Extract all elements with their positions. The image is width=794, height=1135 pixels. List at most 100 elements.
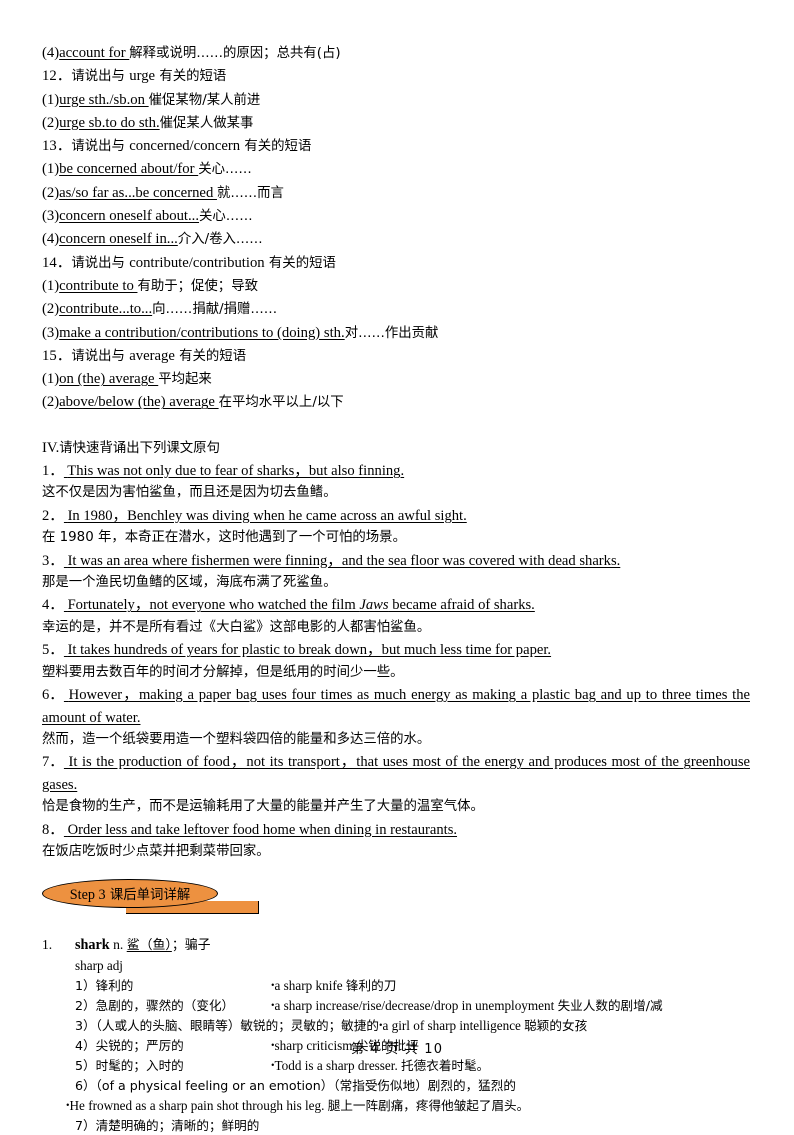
phrase-chinese: 有助于；促使；导致 [137, 278, 258, 294]
example-chinese: 腿上一阵剧痛，疼得他皱起了眉头。 [327, 1097, 530, 1113]
group-keyword: concerned/concern [129, 138, 241, 155]
document-page: (4)account for 解释或说明……的原因；总共有(占) 12．请说出与… [42, 42, 750, 1135]
phrase-item: (1)on (the) average 平均起来 [42, 368, 750, 391]
phrase-chinese: 催促某物/某人前进 [148, 92, 261, 108]
phrase-marker: (4) [42, 45, 60, 61]
recited-sentence-en: 5． It takes hundreds of years for plasti… [42, 639, 750, 661]
example-english: Todd is a sharp dresser. [274, 1057, 402, 1073]
section-heading-label: 请快速背诵出下列课文原句 [59, 440, 220, 456]
group-keyword: contribute/contribution [129, 254, 265, 271]
vocabulary-entry: 1. shark n. 鲨（鱼）；骗子 sharp adj 1）锋利的 •a sh… [42, 935, 750, 1135]
phrase-english: on (the) average [59, 371, 159, 388]
sense-marker: 6） [75, 1078, 96, 1094]
phrase-group-heading: 14．请说出与 contribute/contribution 有关的短语 [42, 252, 750, 275]
phrase-chinese: 对……作出贡献 [344, 325, 439, 341]
sense-definition: 2）急剧的，骤然的（变化） [75, 996, 271, 1016]
recited-sentence-en: 6． However，making a paper bag uses four … [42, 684, 750, 729]
vocabulary-headword-line: 1. shark n. 鲨（鱼）；骗子 [42, 935, 750, 956]
sense-marker: 3） [75, 1017, 96, 1033]
sense-example: •a sharp increase/rise/decrease/drop in … [271, 996, 663, 1016]
banner-label: Step 3 课后单词详解 [70, 883, 190, 904]
recited-sentence-zh: 在饭店吃饭时少点菜并把剩菜带回家。 [42, 843, 270, 859]
sentence-index: 1． [42, 463, 64, 480]
group-heading-pre: 请说出与 [71, 348, 130, 364]
sentence-text: However，making a paper bag uses four tim… [42, 687, 750, 726]
phrase-marker: (1) [42, 91, 60, 108]
phrase-item: (1)contribute to 有助于；促使；导致 [42, 275, 750, 298]
phrase-marker: (4) [42, 231, 60, 248]
example-chinese: 锋利的刀 [345, 977, 397, 993]
sense-definition-en: （of a physical feeling or an emotion） [95, 1078, 334, 1094]
phrase-marker: (1) [42, 277, 60, 294]
phrase-marker: (1) [42, 161, 60, 178]
sense-example: •He frowned as a sharp pain shot through… [42, 1096, 750, 1116]
phrase-item: (2)contribute...to...向……捐献/捐赠…… [42, 298, 750, 321]
example-english: He frowned as a sharp pain shot through … [69, 1097, 328, 1113]
phrase-chinese: 在平均水平以上/以下 [218, 395, 344, 411]
phrase-marker: (3) [42, 324, 60, 341]
recited-sentence-zh: 塑料要用去数百年的时间才分解掉，但是纸用的时间少一些。 [42, 664, 404, 680]
sense-marker: 2） [75, 997, 96, 1013]
sentence-text: This was not only due to fear of sharks，… [67, 463, 405, 480]
phrase-item: (2)above/below (the) average 在平均水平以上/以下 [42, 391, 750, 414]
group-keyword: urge [129, 68, 156, 85]
sense-definition-text: （人或人的头脑、眼睛等）敏锐的；灵敏的；敏捷的 [95, 1017, 379, 1033]
recited-sentence-zh: 幸运的是，并不是所有看过《大白鲨》这部电影的人都害怕鲨鱼。 [42, 619, 431, 635]
sense-definition-text: 时髦的；入时的 [95, 1057, 184, 1073]
sense-row: 2）急剧的，骤然的（变化） •a sharp increase/rise/dec… [42, 996, 750, 1016]
sentence-text: It was an area where fishermen were finn… [67, 552, 621, 569]
sentence-text: Order less and take leftover food home w… [67, 821, 458, 838]
recited-sentence-zh: 恰是食物的生产，而不是运输耗用了大量的能量并产生了大量的温室气体。 [42, 799, 484, 815]
banner-step-label: Step 3 [69, 887, 106, 904]
sense-marker: 5） [75, 1057, 96, 1073]
phrase-chinese: 向……捐献/捐赠…… [152, 302, 278, 318]
sub-entry-headword: sharp adj [75, 957, 123, 973]
recited-sentence-zh: 然而，造一个纸袋要用造一个塑料袋四倍的能量和多达三倍的水。 [42, 731, 431, 747]
sense-example: •a girl of sharp intelligence 聪颖的女孩 [379, 1016, 587, 1036]
phrase-marker: (2) [42, 301, 60, 318]
recited-sentence-en: 8． Order less and take leftover food hom… [42, 819, 750, 841]
group-heading-post: 有关的短语 [240, 139, 312, 155]
phrase-english: above/below (the) average [59, 394, 219, 411]
phrase-marker: (2) [42, 184, 60, 201]
sense-marker: 7） [75, 1117, 96, 1133]
sense-definition-text: 锋利的 [95, 977, 134, 993]
phrase-chinese: 平均起来 [158, 372, 212, 388]
part-of-speech: n. [113, 937, 124, 953]
phrase-chinese: 关心…… [198, 162, 252, 178]
sense-definition-text: 清楚明确的；清晰的；鲜明的 [95, 1117, 260, 1133]
recite-section: IV.请快速背诵出下列课文原句 1． This was not only due… [42, 437, 750, 864]
example-chinese: 聪颖的女孩 [524, 1017, 588, 1033]
recited-sentence-en: 2． In 1980，Benchley was diving when he c… [42, 505, 750, 527]
entry-number: 1. [42, 937, 53, 953]
group-number: 15． [42, 347, 72, 364]
phrase-chinese: 就……而言 [216, 185, 284, 201]
recited-sentence-zh: 这不仅是因为害怕鲨鱼，而且还是因为切去鱼鳍。 [42, 485, 337, 501]
phrase-marker: (2) [42, 114, 60, 131]
phrase-english: concern oneself about... [59, 208, 200, 225]
recited-sentence-en: 1． This was not only due to fear of shar… [42, 460, 750, 482]
phrase-section: (4)account for 解释或说明……的原因；总共有(占) 12．请说出与… [42, 42, 750, 415]
phrase-english: account for [59, 45, 130, 61]
gloss-underlined: 鲨（鱼） [126, 938, 172, 954]
phrase-english: contribute...to... [59, 301, 153, 318]
recited-sentence-en: 4． Fortunately，not everyone who watched … [42, 594, 750, 616]
sense-example: •Todd is a sharp dresser. 托德衣着时髦。 [271, 1056, 489, 1076]
sense-example: •a sharp knife 锋利的刀 [271, 976, 396, 996]
sentence-text: It is the production of food，not its tra… [42, 754, 750, 793]
phrase-item: (1)urge sth./sb.on 催促某物/某人前进 [42, 89, 750, 112]
recited-sentence-zh: 那是一个渔民切鱼鳍的区域，海底布满了死鲨鱼。 [42, 575, 337, 591]
phrase-english: concern oneself in... [59, 231, 178, 248]
phrase-chinese: 关心…… [199, 209, 253, 225]
group-heading-post: 有关的短语 [264, 255, 336, 271]
phrase-english: urge sth./sb.on [59, 91, 149, 108]
sentence-text: It takes hundreds of years for plastic t… [67, 642, 552, 659]
recited-sentence-zh: 在 1980 年，本奇正在潜水，这时他遇到了一个可怕的场景。 [42, 530, 406, 546]
phrase-group-heading: 12．请说出与 urge 有关的短语 [42, 65, 750, 88]
section-number: IV. [42, 439, 60, 456]
phrase-item: (2)as/so far as...be concerned 就……而言 [42, 182, 750, 205]
recited-sentence-en: 3． It was an area where fishermen were f… [42, 550, 750, 572]
recited-sentence-en: 7． It is the production of food，not its … [42, 751, 750, 796]
phrase-item: (3)concern oneself about...关心…… [42, 205, 750, 228]
phrase-marker: (1) [42, 371, 60, 388]
